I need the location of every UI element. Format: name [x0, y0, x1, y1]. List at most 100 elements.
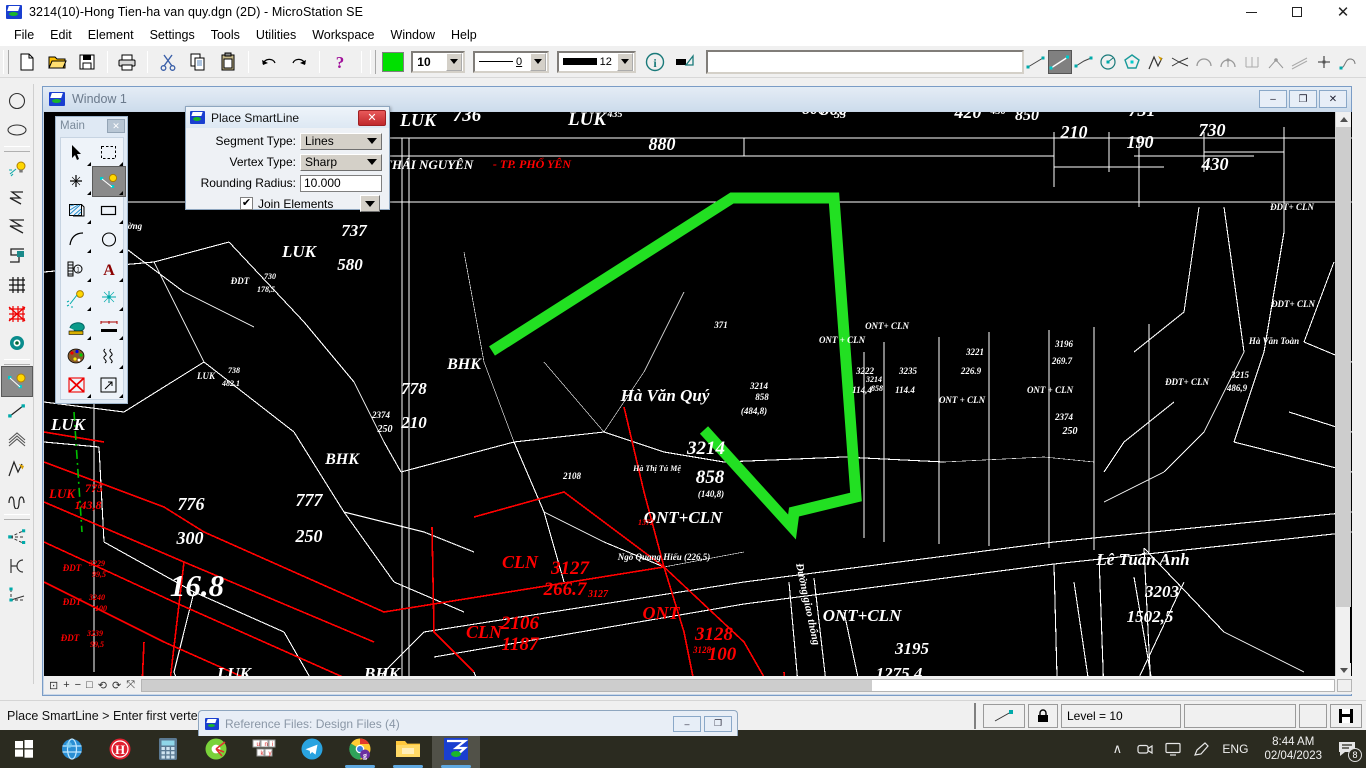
place-shape-icon[interactable]	[2, 212, 32, 241]
menu-tools[interactable]: Tools	[203, 26, 248, 44]
construct-minimum-distance-icon[interactable]	[2, 551, 32, 580]
place-circle-icon[interactable]	[1096, 50, 1120, 74]
delete-element-icon[interactable]	[61, 370, 93, 399]
taskbar-clock[interactable]: 8:44 AM 02/04/2023	[1256, 735, 1330, 763]
place-smartline-icon[interactable]	[92, 166, 126, 197]
place-line-string-icon[interactable]	[1072, 50, 1096, 74]
smartline-dialog-close-button[interactable]: ✕	[358, 109, 386, 126]
segment-type-select[interactable]: Lines	[300, 132, 382, 150]
menu-window[interactable]: Window	[383, 26, 443, 44]
rounding-radius-input[interactable]: 10.000	[300, 174, 382, 192]
place-point-curve-icon[interactable]	[1144, 50, 1168, 74]
reference-restore-button[interactable]: ❐	[704, 715, 732, 732]
paste-icon[interactable]	[214, 49, 242, 75]
place-arc-center-icon[interactable]	[1216, 50, 1240, 74]
save-icon[interactable]	[1330, 703, 1362, 728]
place-smartline-icon[interactable]	[0, 366, 33, 397]
pattern-area-icon[interactable]	[2, 270, 32, 299]
design-restore-button[interactable]: ❐	[1289, 90, 1317, 108]
manipulate-icon[interactable]	[61, 167, 93, 196]
crosshatch-area-icon[interactable]	[2, 299, 32, 328]
attributes-toolbar-grip[interactable]	[370, 49, 377, 74]
menu-edit[interactable]: Edit	[42, 26, 80, 44]
view-previous-icon[interactable]: ⟲	[98, 679, 107, 692]
save-file-icon[interactable]	[73, 49, 101, 75]
attributes-input[interactable]	[705, 49, 1025, 74]
zoom-in-icon[interactable]: +	[63, 679, 69, 691]
camera-icon[interactable]	[1132, 730, 1158, 768]
active-level-combo[interactable]: 10	[411, 50, 466, 73]
change-attributes-icon[interactable]	[93, 312, 125, 341]
main-toolbox-close-button[interactable]: ✕	[107, 119, 125, 133]
undo-icon[interactable]	[255, 49, 283, 75]
place-smartline-icon[interactable]	[1048, 49, 1073, 74]
place-line-icon[interactable]	[2, 396, 32, 425]
place-point-curve-icon[interactable]	[2, 454, 32, 483]
measure-icon[interactable]	[61, 312, 93, 341]
place-ellipse-icon[interactable]	[2, 115, 32, 144]
lock-icon[interactable]	[1028, 703, 1058, 728]
tray-chevron-up-icon[interactable]: ∧	[1104, 730, 1130, 768]
help-icon[interactable]: ?	[326, 49, 354, 75]
line-style-combo[interactable]: 0	[473, 50, 549, 73]
active-level-status[interactable]: Level = 10	[1061, 703, 1181, 728]
toolbar-grip[interactable]	[3, 49, 9, 74]
curves-icon[interactable]	[93, 341, 125, 370]
place-line-icon[interactable]	[1024, 50, 1048, 74]
line-weight-combo[interactable]: 12	[556, 50, 637, 73]
place-halfellipse-icon[interactable]	[1240, 50, 1264, 74]
chevron-down-icon[interactable]	[617, 52, 634, 71]
menu-settings[interactable]: Settings	[142, 26, 203, 44]
place-polygon-icon[interactable]	[1120, 50, 1144, 74]
notification-center-button[interactable]: 8	[1332, 730, 1362, 768]
copy-icon[interactable]	[184, 49, 212, 75]
place-orthogonal-shape-icon[interactable]	[2, 241, 32, 270]
start-button[interactable]	[0, 730, 48, 768]
text-tools-icon[interactable]: A	[93, 254, 125, 283]
place-stream-curve-icon[interactable]	[2, 483, 32, 512]
menu-help[interactable]: Help	[443, 26, 485, 44]
window-area-icon[interactable]: □	[86, 679, 93, 691]
design-close-button[interactable]: ✕	[1319, 90, 1347, 108]
menu-element[interactable]: Element	[80, 26, 142, 44]
element-selection-icon[interactable]	[61, 138, 93, 167]
horizontal-scroll-thumb[interactable]	[142, 679, 872, 691]
open-file-icon[interactable]	[43, 49, 71, 75]
zoom-out-icon[interactable]: −	[75, 679, 81, 691]
taskbar-browser[interactable]	[48, 730, 96, 768]
design-minimize-button[interactable]: –	[1259, 90, 1287, 108]
menu-file[interactable]: File	[6, 26, 42, 44]
canvas-horizontal-scrollbar[interactable]	[141, 678, 1335, 692]
dimension-icon[interactable]	[93, 283, 125, 312]
construct-active-angle-icon[interactable]	[2, 580, 32, 609]
new-file-icon[interactable]	[13, 49, 41, 75]
pattern-icon[interactable]	[61, 196, 93, 225]
vertical-scroll-thumb[interactable]	[1336, 127, 1351, 607]
ellipse-tools-icon[interactable]	[93, 225, 125, 254]
minimize-button[interactable]	[1228, 0, 1274, 24]
taskbar-h-app[interactable]: H	[96, 730, 144, 768]
palette-icon[interactable]	[61, 341, 93, 370]
smartline-dialog-titlebar[interactable]: Place SmartLine ✕	[186, 107, 389, 128]
redo-icon[interactable]	[285, 49, 313, 75]
maximize-button[interactable]	[1274, 0, 1320, 24]
language-indicator[interactable]: ENG	[1216, 742, 1254, 756]
canvas-vertical-scrollbar[interactable]	[1335, 112, 1351, 678]
scale-icon[interactable]	[93, 370, 125, 399]
modify-icon[interactable]	[61, 283, 93, 312]
place-multiline-icon[interactable]	[1168, 50, 1192, 74]
pen-icon[interactable]	[1188, 730, 1214, 768]
scroll-right-button[interactable]	[1337, 678, 1352, 692]
cut-icon[interactable]	[154, 49, 182, 75]
place-circle-icon[interactable]	[2, 86, 32, 115]
place-point-icon[interactable]	[2, 328, 32, 357]
place-point-icon[interactable]	[1312, 50, 1336, 74]
place-curve-icon[interactable]	[1336, 50, 1360, 74]
print-icon[interactable]	[114, 49, 142, 75]
place-linestring-icon[interactable]	[2, 183, 32, 212]
active-color-swatch[interactable]	[382, 51, 405, 72]
line-element-icon[interactable]	[983, 703, 1025, 728]
place-arc-icon[interactable]	[1192, 50, 1216, 74]
chevron-down-icon[interactable]	[446, 52, 463, 71]
info-icon[interactable]: i	[641, 49, 669, 75]
